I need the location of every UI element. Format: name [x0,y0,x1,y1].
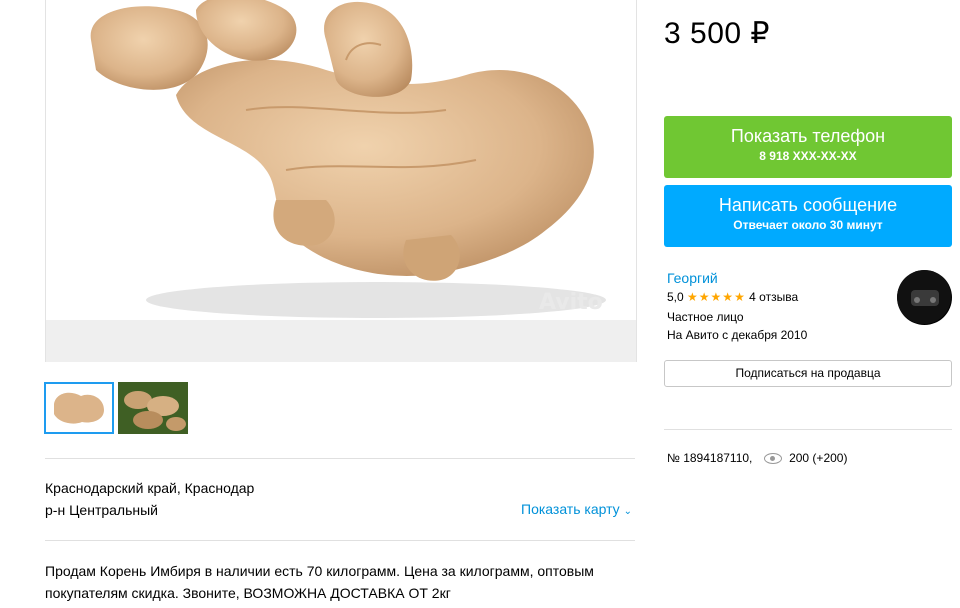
main-photo[interactable]: Avito [45,0,637,362]
write-message-label: Написать сообщение [718,195,898,215]
address-line-2: р-н Центральный [45,502,159,518]
reviews-link[interactable]: 4 отзыва [749,290,798,304]
divider [45,540,635,541]
thumbnail-image-ginger [46,384,112,432]
masked-phone-number: 8 918 XXX-XX-XX [759,149,857,163]
views-count: 200 (+200) [789,451,848,465]
show-phone-label: Показать телефон [730,126,886,146]
seller-name-link[interactable]: Георгий [667,270,718,286]
seller-since: На Авито с декабря 2010 [667,328,808,342]
show-phone-button[interactable]: Показать телефон 8 918 XXX-XX-XX [664,116,952,178]
chevron-down-icon: ⌄ [623,506,632,517]
rating-value: 5,0 [667,290,684,304]
show-map-label: Показать карту [521,501,620,517]
avito-watermark: Avito [539,290,603,315]
seller-rating: 5,0 ★★★★★ 4 отзыва [667,290,798,304]
avatar-image [897,270,951,324]
price: 3 500 ₽ [664,17,770,50]
listing-meta: № 1894187110, 200 (+200) [667,451,847,465]
response-time-note: Отвечает около 30 минут [733,218,883,232]
star-rating-icons: ★★★★★ [687,290,746,304]
show-map-link[interactable]: Показать карту ⌄ [521,501,632,517]
thumbnail-image-ginger-pile [118,382,188,434]
divider [45,458,635,459]
avatar[interactable] [897,270,952,325]
thumbnail-1[interactable] [44,382,114,434]
write-message-button[interactable]: Написать сообщение Отвечает около 30 мин… [664,185,952,247]
address-line-1: Краснодарский край, Краснодар [45,480,255,496]
listing-description: Продам Корень Имбиря в наличии есть 70 к… [45,563,594,601]
subscribe-seller-button[interactable]: Подписаться на продавца [664,360,952,387]
listing-number: № 1894187110, [667,451,753,465]
thumbnail-2[interactable] [118,382,188,434]
divider [664,429,952,430]
eye-icon [763,453,782,465]
seller-type: Частное лицо [667,310,744,324]
